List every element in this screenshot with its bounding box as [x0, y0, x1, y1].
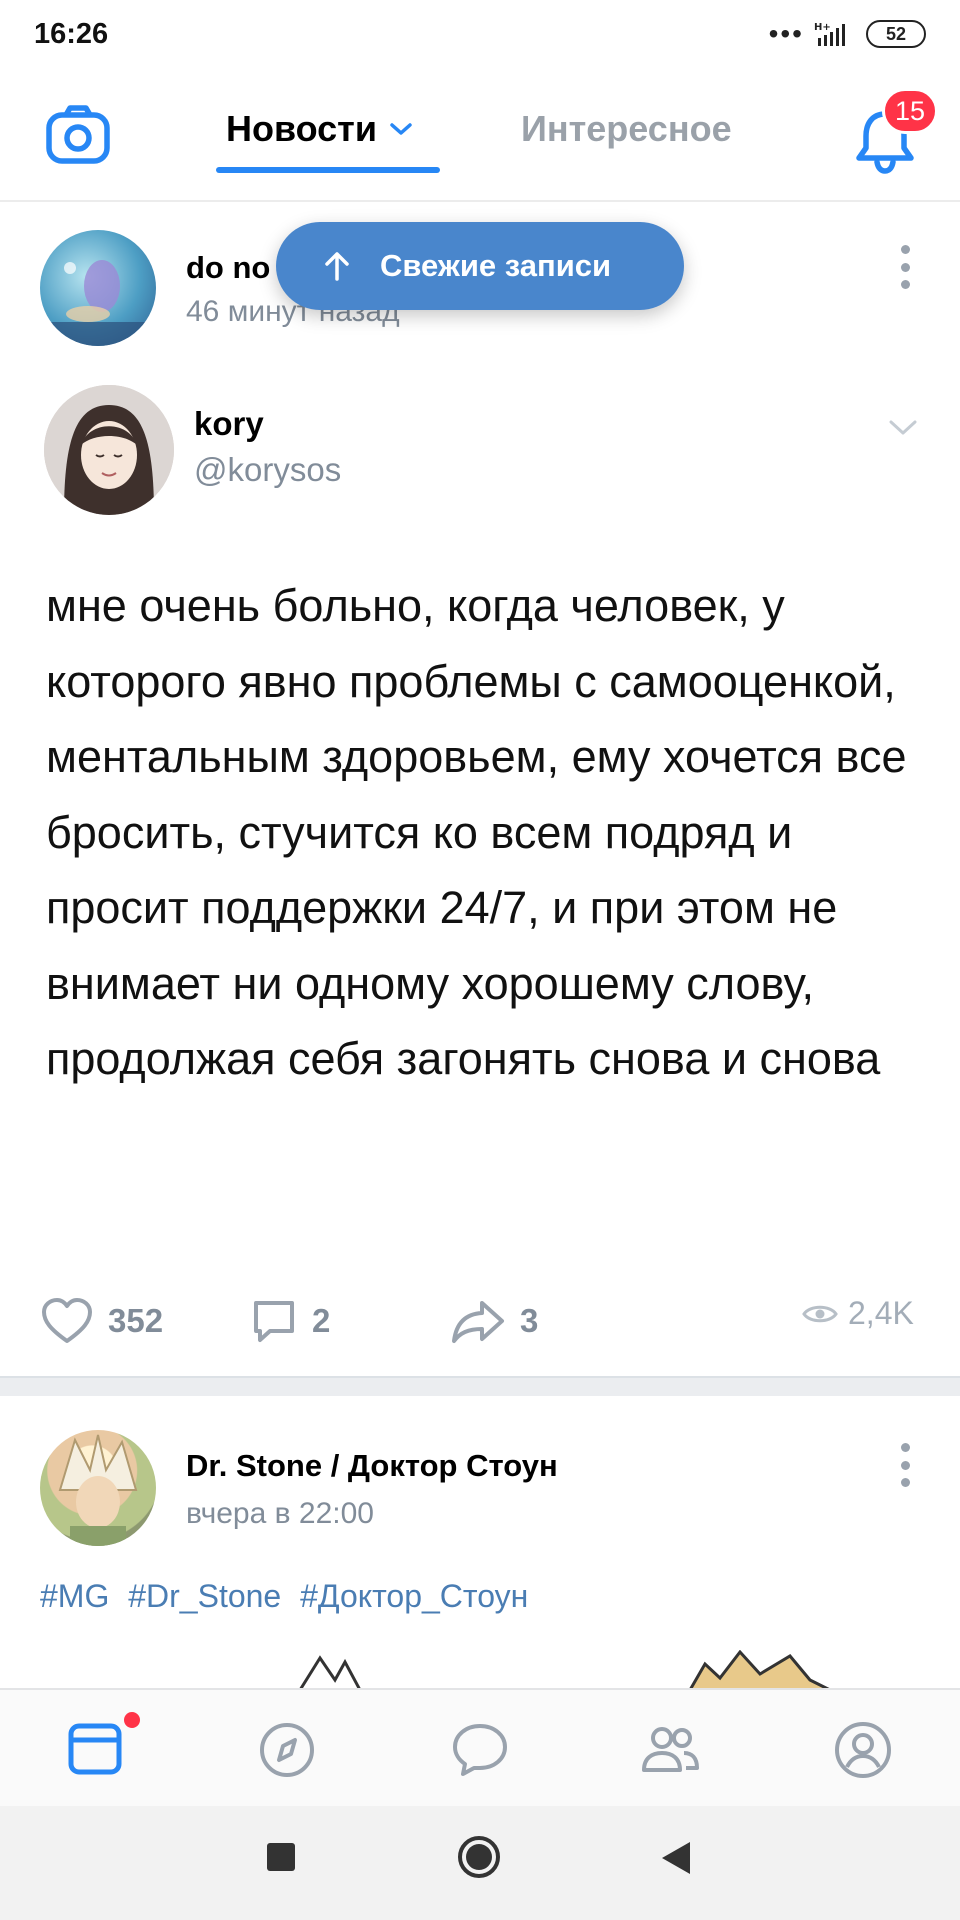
discover-compass-icon[interactable]	[257, 1720, 317, 1780]
notification-badge: 15	[882, 88, 939, 134]
fresh-posts-label: Свежие записи	[380, 248, 612, 283]
comment-icon	[254, 1301, 294, 1342]
bottom-navigation	[0, 1688, 960, 1806]
signal-icon: H+	[814, 22, 845, 46]
likes-count: 352	[108, 1302, 164, 1339]
post-image[interactable]	[0, 1650, 960, 1690]
status-icons: ••• H+ 52	[769, 18, 926, 50]
hashtag-link[interactable]: #Доктор_Стоун	[300, 1578, 528, 1614]
status-bar: 16:26 ••• H+ 52	[0, 0, 960, 68]
back-icon[interactable]	[660, 1840, 692, 1876]
heart-icon	[42, 1298, 92, 1343]
tab-interesting[interactable]: Интересное	[521, 108, 732, 150]
hashtag-link[interactable]: #Dr_Stone	[128, 1578, 281, 1614]
views-counter: 2,4K	[802, 1295, 914, 1332]
tab-news[interactable]: Новости	[226, 108, 413, 150]
quote-avatar-art	[44, 385, 174, 515]
camera-icon[interactable]	[44, 103, 112, 171]
chevron-down-icon	[889, 420, 917, 435]
friends-icon[interactable]	[640, 1720, 700, 1780]
active-tab-indicator	[216, 167, 440, 173]
like-button[interactable]: 352	[40, 1297, 163, 1345]
quote-author-handle: @korysos	[194, 451, 342, 488]
author-avatar[interactable]	[40, 230, 156, 346]
more-dots-icon: •••	[768, 18, 804, 49]
fresh-posts-button[interactable]: Свежие записи	[276, 222, 684, 310]
shares-count: 3	[520, 1302, 539, 1339]
share-button[interactable]: 3	[450, 1297, 538, 1345]
arrow-up-icon	[325, 252, 349, 281]
recent-apps-icon[interactable]	[264, 1840, 298, 1874]
status-time: 16:26	[34, 17, 109, 50]
more-vertical-icon[interactable]	[900, 1443, 910, 1487]
hashtags: #MG #Dr_Stone #Доктор_Стоун	[40, 1578, 538, 1615]
views-count: 2,4K	[848, 1295, 914, 1331]
unread-dot	[124, 1712, 140, 1728]
app-header: Новости Интересное 15	[0, 68, 960, 202]
post2-time: вчера в 22:00	[186, 1497, 374, 1530]
eye-icon	[802, 1305, 838, 1322]
quote-author-name: kory	[194, 405, 264, 442]
quote-avatar	[44, 385, 174, 515]
battery-level: 52	[885, 23, 907, 44]
share-arrow-icon	[452, 1301, 504, 1343]
network-type: H+	[814, 22, 831, 33]
profile-icon[interactable]	[833, 1720, 893, 1780]
battery-icon: 52	[866, 20, 926, 48]
avatar-art	[40, 260, 156, 346]
messages-icon[interactable]	[450, 1720, 510, 1780]
post-author[interactable]: do no	[186, 250, 270, 286]
post-separator	[0, 1376, 960, 1396]
system-navigation-bar	[0, 1806, 960, 1920]
home-icon[interactable]	[456, 1834, 502, 1880]
comment-button[interactable]: 2	[250, 1297, 330, 1345]
quote-text: мне очень больно, когда человек, у котор…	[46, 580, 907, 1084]
news-feed-icon[interactable]	[66, 1720, 126, 1780]
chevron-down-icon	[390, 123, 412, 135]
community-avatar[interactable]	[40, 1430, 156, 1546]
community-name[interactable]: Dr. Stone / Доктор Стоун	[186, 1448, 558, 1484]
more-vertical-icon[interactable]	[900, 245, 910, 289]
tab-news-label: Новости	[226, 108, 377, 149]
comments-count: 2	[312, 1302, 331, 1339]
community-avatar-art	[58, 1434, 138, 1546]
hashtag-link[interactable]: #MG	[40, 1578, 109, 1614]
post-actions: 352 2 3 2,4K	[0, 1285, 960, 1355]
